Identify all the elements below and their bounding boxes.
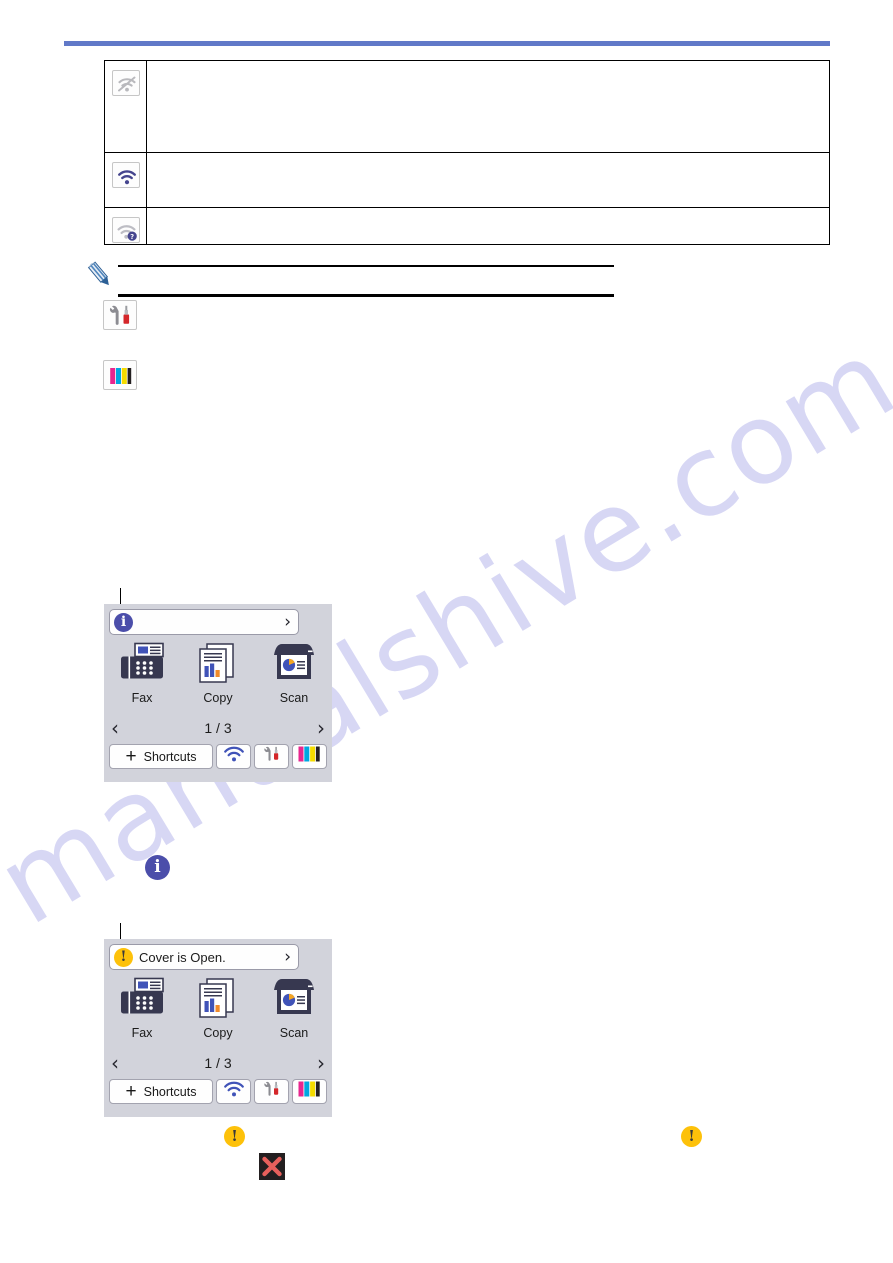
app-tile-copy[interactable]: Copy: [180, 975, 256, 1049]
chevron-right-icon[interactable]: ›: [284, 613, 291, 631]
chevron-right-icon[interactable]: ›: [284, 948, 291, 966]
app-tile-scan[interactable]: Scan: [256, 640, 332, 714]
ink-cartridge-icon: [296, 1080, 324, 1103]
inline-info-icon-wrap: i: [145, 855, 170, 885]
scan-icon: [268, 975, 320, 1023]
cancel-x-icon: [259, 1153, 285, 1180]
pager-prev-icon[interactable]: ‹: [111, 718, 119, 738]
shortcuts-label: Shortcuts: [143, 1084, 197, 1099]
plus-icon: +: [125, 1081, 137, 1102]
ink-button[interactable]: [292, 1079, 327, 1104]
pager: ‹ 1 / 3 ›: [104, 1051, 332, 1075]
wifi-icon: [221, 745, 247, 768]
svg-text:?: ?: [130, 233, 134, 241]
note-settings-icon-wrap: [103, 300, 137, 335]
inline-warning-icon-left-wrap: !: [224, 1126, 245, 1147]
warning-icon: !: [114, 947, 133, 967]
info-icon: i: [114, 612, 133, 632]
app-tile-fax[interactable]: Fax: [104, 640, 180, 714]
pager-count: 1 / 3: [204, 1055, 232, 1071]
pager-next-icon[interactable]: ›: [317, 718, 325, 738]
ink-cartridge-icon: [103, 360, 137, 390]
fax-icon: [116, 975, 168, 1023]
ink-button[interactable]: [292, 744, 327, 769]
note-ink-icon-wrap: [103, 360, 137, 395]
settings-icon: [260, 1079, 284, 1104]
table-cell-description: [146, 207, 830, 245]
wifi-disabled-icon: [111, 70, 140, 96]
table-cell-icon: ?: [104, 207, 147, 245]
app-tile-scan[interactable]: Scan: [256, 975, 332, 1049]
pencil-note-icon: [85, 260, 115, 290]
app-label: Copy: [203, 1026, 233, 1040]
status-bar[interactable]: ! Cover is Open. ›: [109, 944, 299, 970]
table-cell-description: [146, 60, 830, 153]
note-rule-bottom: [118, 294, 614, 297]
copy-icon: [194, 640, 242, 688]
top-accent-rule: [64, 41, 830, 46]
info-glyph: i: [154, 857, 161, 877]
wifi-connected-icon: [111, 162, 140, 188]
settings-button[interactable]: [254, 1079, 289, 1104]
settings-icon: [103, 300, 137, 330]
app-label: Scan: [279, 1026, 309, 1040]
wifi-button[interactable]: [216, 1079, 251, 1104]
app-label: Fax: [131, 1026, 153, 1040]
pager: ‹ 1 / 3 ›: [104, 716, 332, 740]
app-label: Scan: [279, 691, 309, 705]
status-bar[interactable]: i ›: [109, 609, 299, 635]
plus-icon: +: [125, 746, 137, 767]
document-page: manualshive.com ? i › Fax Copy Scan ‹ 1 …: [0, 0, 893, 1263]
wifi-error-icon: ?: [111, 217, 140, 243]
status-icon-table: ?: [104, 60, 830, 245]
pager-next-icon[interactable]: ›: [317, 1053, 325, 1073]
app-tile-fax[interactable]: Fax: [104, 975, 180, 1049]
app-tile-copy[interactable]: Copy: [180, 640, 256, 714]
shortcuts-button[interactable]: + Shortcuts: [109, 744, 213, 769]
wifi-button[interactable]: [216, 744, 251, 769]
pager-count: 1 / 3: [204, 720, 232, 736]
status-message: Cover is Open.: [139, 949, 226, 965]
app-label: Copy: [203, 691, 233, 705]
warning-glyph: !: [688, 1127, 695, 1145]
lcd-home-screen-info: i › Fax Copy Scan ‹ 1 / 3 › + Shortcuts: [104, 604, 332, 782]
warning-icon: !: [681, 1126, 702, 1147]
table-cell-icon: [104, 60, 147, 153]
fax-icon: [116, 640, 168, 688]
wifi-icon: [221, 1080, 247, 1103]
app-row: Fax Copy Scan: [104, 975, 332, 1049]
lcd-toolbar: + Shortcuts: [109, 744, 327, 769]
shortcuts-button[interactable]: + Shortcuts: [109, 1079, 213, 1104]
lcd-home-screen-warning: ! Cover is Open. › Fax Copy Scan ‹ 1 / 3…: [104, 939, 332, 1117]
table-row: ?: [104, 207, 830, 245]
table-row: [104, 152, 830, 208]
ink-cartridge-icon: [296, 745, 324, 768]
shortcuts-label: Shortcuts: [143, 749, 197, 764]
info-icon: i: [145, 855, 170, 880]
table-cell-description: [146, 152, 830, 208]
app-row: Fax Copy Scan: [104, 640, 332, 714]
copy-icon: [194, 975, 242, 1023]
warning-icon: !: [224, 1126, 245, 1147]
settings-icon: [260, 744, 284, 769]
scan-icon: [268, 640, 320, 688]
inline-warning-icon-right-wrap: !: [681, 1126, 702, 1147]
table-cell-icon: [104, 152, 147, 208]
app-label: Fax: [131, 691, 153, 705]
warning-glyph: !: [231, 1127, 238, 1145]
settings-button[interactable]: [254, 744, 289, 769]
table-row: [104, 60, 830, 153]
note-rule-top: [118, 265, 614, 267]
lcd-toolbar: + Shortcuts: [109, 1079, 327, 1104]
pager-prev-icon[interactable]: ‹: [111, 1053, 119, 1073]
